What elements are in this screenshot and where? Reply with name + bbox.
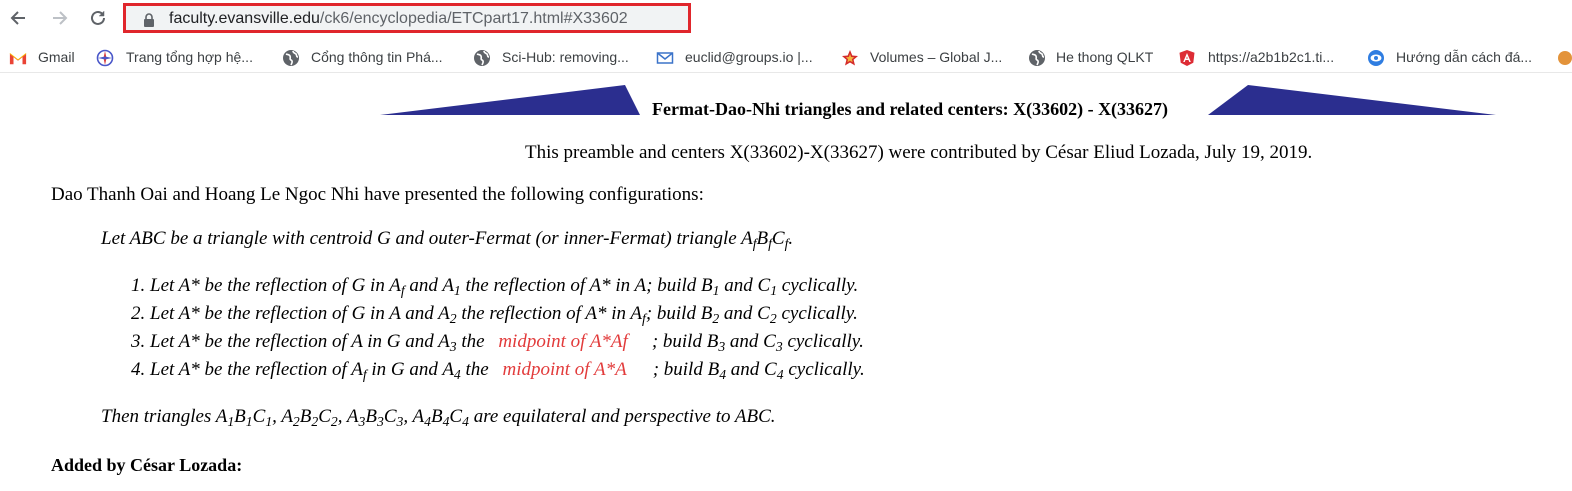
added-by-heading: Added by César Lozada: [51, 455, 243, 475]
forward-button[interactable] [46, 5, 72, 31]
globe-icon [283, 50, 299, 66]
star-icon [842, 50, 858, 66]
bookmark-gmail[interactable]: Gmail [38, 48, 75, 66]
item-number-3: 3. [131, 331, 146, 352]
arrow-left-icon [10, 11, 25, 25]
reload-button[interactable] [85, 5, 111, 31]
compass-icon [96, 49, 114, 67]
lock-icon [144, 13, 154, 27]
eye-icon [1368, 50, 1384, 66]
url-host: faculty.evansville.edu [169, 10, 320, 27]
item-number-4: 4. [131, 359, 146, 380]
bookmark-trang-tong-hop[interactable]: Trang tổng hợp hệ... [126, 48, 253, 66]
preamble-text: This preamble and centers X(33602)-X(336… [525, 142, 1313, 163]
let-text: Let ABC be a triangle with centroid G an… [101, 228, 753, 249]
bookmark-volumes[interactable]: Volumes – Global J... [870, 48, 1002, 66]
gmail-icon [9, 53, 27, 65]
bookmark-sci-hub[interactable]: Sci-Hub: removing... [502, 48, 629, 66]
back-button[interactable] [6, 5, 32, 31]
url-path: /ck6/encyclopedia/ETCpart17.html#X33602 [319, 10, 628, 27]
overflow-bookmark-icon [1558, 51, 1572, 65]
link-midpoint-a-star-af[interactable]: midpoint of A*Af [498, 331, 627, 352]
reload-icon [91, 10, 105, 25]
globe-icon [474, 50, 490, 66]
bookmark-a2b1b2c1[interactable]: https://a2b1b2c1.ti... [1208, 48, 1334, 66]
intro-paragraph: Dao Thanh Oai and Hoang Le Ngoc Nhi have… [51, 184, 704, 205]
configuration-statement: Let ABC be a triangle with centroid G an… [101, 228, 794, 251]
list-item-1: 1. Let A* be the reflection of G in Af a… [131, 275, 859, 298]
banner-right-wedge [1208, 85, 1496, 115]
item-number-2: 2. [131, 303, 146, 324]
url-text: faculty.evansville.edu/ck6/encyclopedia/… [169, 10, 628, 28]
page-title: Fermat-Dao-Nhi triangles and related cen… [652, 99, 1169, 119]
bookmark-cong-thong-tin[interactable]: Cổng thông tin Phá... [311, 48, 443, 66]
bookmark-huong-dan[interactable]: Hướng dẫn cách đá... [1396, 48, 1532, 66]
bookmark-euclid[interactable]: euclid@groups.io |... [685, 48, 813, 66]
arrow-right-icon [53, 11, 68, 25]
angular-icon [1179, 50, 1195, 66]
mail-icon [656, 52, 674, 64]
globe-icon [1029, 50, 1045, 66]
list-item-4: 4. Let A* be the reflection of Af in G a… [131, 359, 865, 382]
bookmarks-bar: Gmail Trang tổng hợp hệ... Cổng thông ti… [0, 41, 1572, 73]
link-midpoint-a-star-a[interactable]: midpoint of A*A [502, 359, 626, 380]
conclusion-statement: Then triangles A1B1C1, A2B2C2, A3B3C3, A… [101, 406, 776, 429]
list-item-3: 3. Let A* be the reflection of A in G an… [131, 331, 864, 354]
banner-left-wedge [380, 85, 640, 115]
conclusion-text: are equilateral and perspective to ABC. [473, 406, 776, 427]
bookmark-he-thong-qlkt[interactable]: He thong QLKT [1056, 48, 1153, 66]
browser-toolbar: faculty.evansville.edu/ck6/encyclopedia/… [0, 0, 1572, 36]
address-bar[interactable]: faculty.evansville.edu/ck6/encyclopedia/… [123, 3, 691, 33]
list-item-2: 2. Let A* be the reflection of G in A an… [131, 303, 858, 326]
item-number-1: 1. [131, 275, 146, 296]
